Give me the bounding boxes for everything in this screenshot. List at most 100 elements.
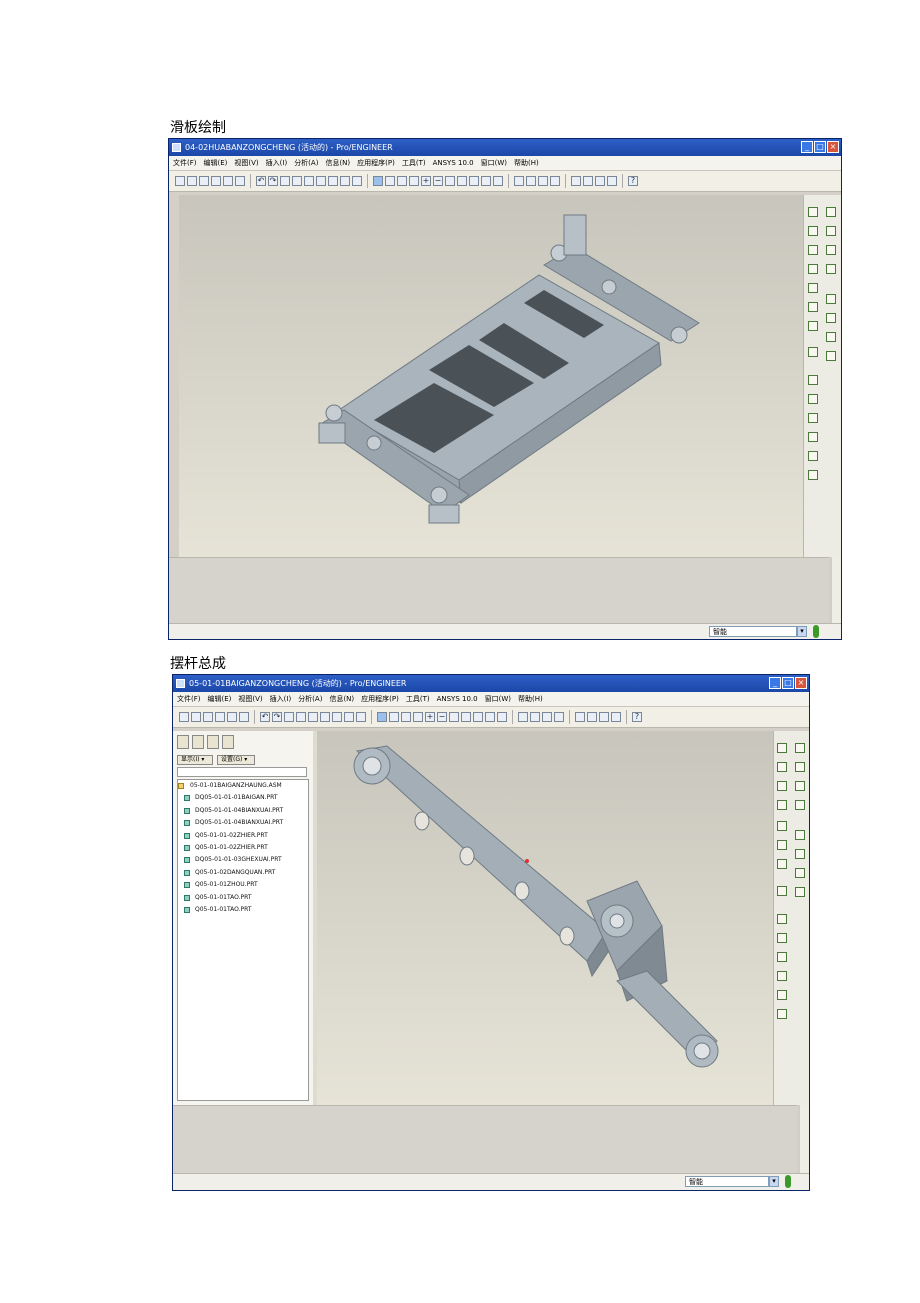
saved-views-icon[interactable]	[473, 712, 483, 722]
sketch-tool-icon[interactable]	[777, 743, 787, 753]
maximize-icon[interactable]: □	[782, 677, 794, 689]
print-preview-icon[interactable]	[227, 712, 237, 722]
menu-window[interactable]: 窗口(W)	[485, 692, 511, 706]
selection-filter-select[interactable]: 智能	[685, 1176, 769, 1187]
tree-item-part[interactable]: Q05-01-01-02ZHIER.PRT	[178, 830, 308, 842]
folder-browser-tab-icon[interactable]	[192, 735, 204, 749]
hidden-line-icon[interactable]	[530, 712, 540, 722]
offset-icon[interactable]	[826, 313, 836, 323]
layers-icon[interactable]	[485, 712, 495, 722]
datum-axis-icon[interactable]	[808, 245, 818, 255]
datum-point-display-icon[interactable]	[599, 712, 609, 722]
revolve-icon[interactable]	[777, 933, 787, 943]
trim-icon[interactable]	[826, 294, 836, 304]
refit-icon[interactable]	[449, 712, 459, 722]
tree-item-part[interactable]: DQ05-01-01-04BIANXUAI.PRT	[178, 805, 308, 817]
close-icon[interactable]: ×	[827, 141, 839, 153]
datum-curve-icon[interactable]	[777, 800, 787, 810]
layers-icon[interactable]	[481, 176, 491, 186]
hidden-line-icon[interactable]	[526, 176, 536, 186]
menu-view[interactable]: 视图(V)	[234, 156, 258, 170]
merge-icon[interactable]	[826, 264, 836, 274]
wireframe-icon[interactable]	[514, 176, 524, 186]
solidify-icon[interactable]	[795, 887, 805, 897]
extrude-icon[interactable]	[808, 375, 818, 385]
chevron-down-icon[interactable]: ▾	[769, 1176, 779, 1187]
trim-icon[interactable]	[795, 830, 805, 840]
hole-icon[interactable]	[808, 432, 818, 442]
coord-system-icon[interactable]	[777, 840, 787, 850]
graphics-window[interactable]	[179, 195, 803, 557]
analysis-icon[interactable]	[777, 859, 787, 869]
shell-icon[interactable]	[826, 207, 836, 217]
undo-icon[interactable]: ↶	[260, 712, 270, 722]
menu-help[interactable]: 帮助(H)	[518, 692, 543, 706]
thicken-icon[interactable]	[826, 332, 836, 342]
print-preview-icon[interactable]	[223, 176, 233, 186]
redo-icon[interactable]: ↷	[268, 176, 278, 186]
reorient-icon[interactable]	[457, 176, 467, 186]
email-icon[interactable]	[239, 712, 249, 722]
menu-ansys[interactable]: ANSYS 10.0	[433, 156, 474, 170]
cut-icon[interactable]	[280, 176, 290, 186]
analysis-icon[interactable]	[808, 321, 818, 331]
sketch-tool-icon[interactable]	[808, 207, 818, 217]
reorient-icon[interactable]	[461, 712, 471, 722]
sketch-icon[interactable]	[777, 886, 787, 896]
rib-icon[interactable]	[777, 952, 787, 962]
zoom-out-icon[interactable]: −	[433, 176, 443, 186]
print-icon[interactable]	[211, 176, 221, 186]
redo-icon[interactable]: ↷	[272, 712, 282, 722]
menu-info[interactable]: 信息(N)	[329, 692, 354, 706]
menu-edit[interactable]: 编辑(E)	[208, 692, 232, 706]
new-file-icon[interactable]	[175, 176, 185, 186]
context-help-icon[interactable]: ?	[632, 712, 642, 722]
save-icon[interactable]	[199, 176, 209, 186]
tree-filter-bar[interactable]	[177, 767, 307, 777]
copy-icon[interactable]	[296, 712, 306, 722]
menu-help[interactable]: 帮助(H)	[514, 156, 539, 170]
datum-axis-icon[interactable]	[777, 781, 787, 791]
tree-item-part[interactable]: Q05-01-01TAO.PRT	[178, 892, 308, 904]
pattern-icon[interactable]	[795, 762, 805, 772]
solidify-icon[interactable]	[826, 351, 836, 361]
context-help-icon[interactable]: ?	[628, 176, 638, 186]
sketch-icon[interactable]	[808, 347, 818, 357]
round-icon[interactable]	[777, 990, 787, 1000]
thicken-icon[interactable]	[795, 868, 805, 878]
menu-file[interactable]: 文件(F)	[177, 692, 201, 706]
menu-ansys[interactable]: ANSYS 10.0	[437, 692, 478, 706]
tree-item-part[interactable]: Q05-01-02DANGQUAN.PRT	[178, 867, 308, 879]
no-hidden-icon[interactable]	[542, 712, 552, 722]
zoom-in-icon[interactable]: +	[425, 712, 435, 722]
paste-icon[interactable]	[308, 712, 318, 722]
close-icon[interactable]: ×	[795, 677, 807, 689]
find-icon[interactable]	[340, 176, 350, 186]
paste-icon[interactable]	[304, 176, 314, 186]
undo-icon[interactable]: ↶	[256, 176, 266, 186]
mirror-icon[interactable]	[826, 245, 836, 255]
tree-item-part[interactable]: Q05-01-01TAO.PRT	[178, 904, 308, 916]
menu-insert[interactable]: 插入(I)	[270, 692, 292, 706]
tree-item-assembly[interactable]: 05-01-01BAIGANZHAUNG.ASM	[178, 780, 308, 792]
orient-mode-icon[interactable]	[401, 712, 411, 722]
menu-analysis[interactable]: 分析(A)	[298, 692, 322, 706]
datum-point-display-icon[interactable]	[595, 176, 605, 186]
email-icon[interactable]	[235, 176, 245, 186]
rib-icon[interactable]	[808, 413, 818, 423]
coord-system-icon[interactable]	[808, 302, 818, 312]
spin-center-icon[interactable]	[385, 176, 395, 186]
shading-icon[interactable]	[550, 176, 560, 186]
maximize-icon[interactable]: □	[814, 141, 826, 153]
datum-plane-display-icon[interactable]	[571, 176, 581, 186]
regenerate-icon[interactable]	[320, 712, 330, 722]
pan-icon[interactable]	[409, 176, 419, 186]
chamfer-icon[interactable]	[777, 1009, 787, 1019]
mirror-icon[interactable]	[795, 781, 805, 791]
save-icon[interactable]	[203, 712, 213, 722]
tree-item-part[interactable]: DQ05-01-01-03GHEXUAI.PRT	[178, 854, 308, 866]
coord-sys-display-icon[interactable]	[607, 176, 617, 186]
tree-item-part[interactable]: DQ05-01-01-04BIANXUAI.PRT	[178, 817, 308, 829]
tree-item-part[interactable]: DQ05-01-01-01BAIGAN.PRT	[178, 792, 308, 804]
menu-view[interactable]: 视图(V)	[238, 692, 262, 706]
